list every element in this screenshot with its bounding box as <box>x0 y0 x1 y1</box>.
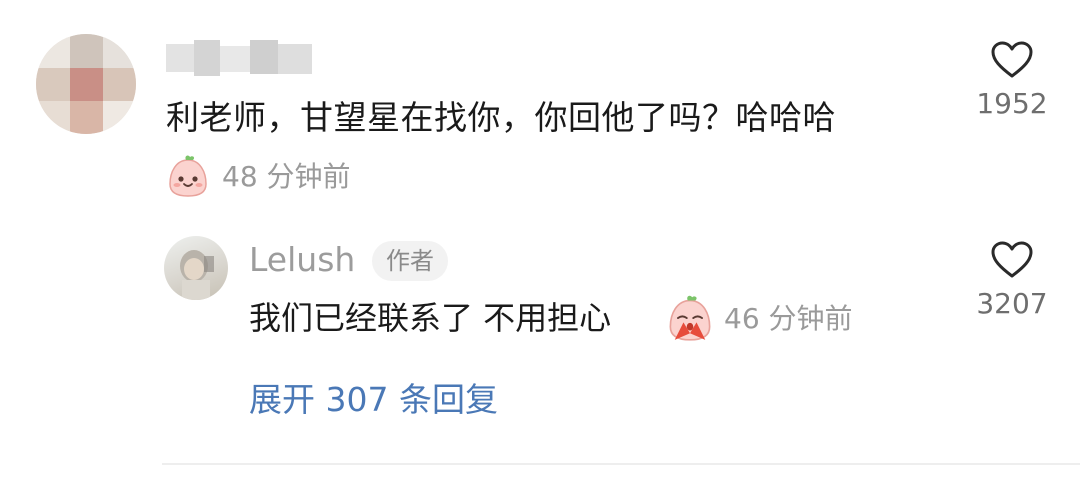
reply-text: 我们已经联系了 不用担心 <box>249 299 612 337</box>
reply-like-group[interactable]: 3207 <box>962 240 1062 322</box>
smile-face-emoji <box>169 155 207 197</box>
reply-author-avatar[interactable] <box>164 236 228 300</box>
comment-thread: 利老师，甘望星在找你，你回他了吗？哈哈哈 48 分钟前 1952 Lelush … <box>0 0 1080 492</box>
reply-time: 46 分钟前 <box>724 302 853 335</box>
heart-outline-icon[interactable] <box>990 240 1034 280</box>
reply-like-count: 3207 <box>976 287 1048 320</box>
reply-avatar-image <box>180 250 214 300</box>
expand-replies-link[interactable]: 展开 307 条回复 <box>249 376 498 424</box>
divider <box>162 463 1080 465</box>
author-badge: 作者 <box>372 241 448 281</box>
comment-text: 利老师，甘望星在找你，你回他了吗？哈哈哈 <box>166 98 836 137</box>
comment-like-count: 1952 <box>976 87 1048 120</box>
reply-username[interactable]: Lelush <box>249 238 355 282</box>
commenter-username-blurred[interactable] <box>166 40 312 76</box>
comment-like-group[interactable]: 1952 <box>962 40 1062 122</box>
heart-outline-icon[interactable] <box>990 40 1034 80</box>
commenter-avatar[interactable] <box>36 34 136 134</box>
pray-face-emoji <box>669 295 711 341</box>
comment-time: 48 分钟前 <box>222 160 351 193</box>
